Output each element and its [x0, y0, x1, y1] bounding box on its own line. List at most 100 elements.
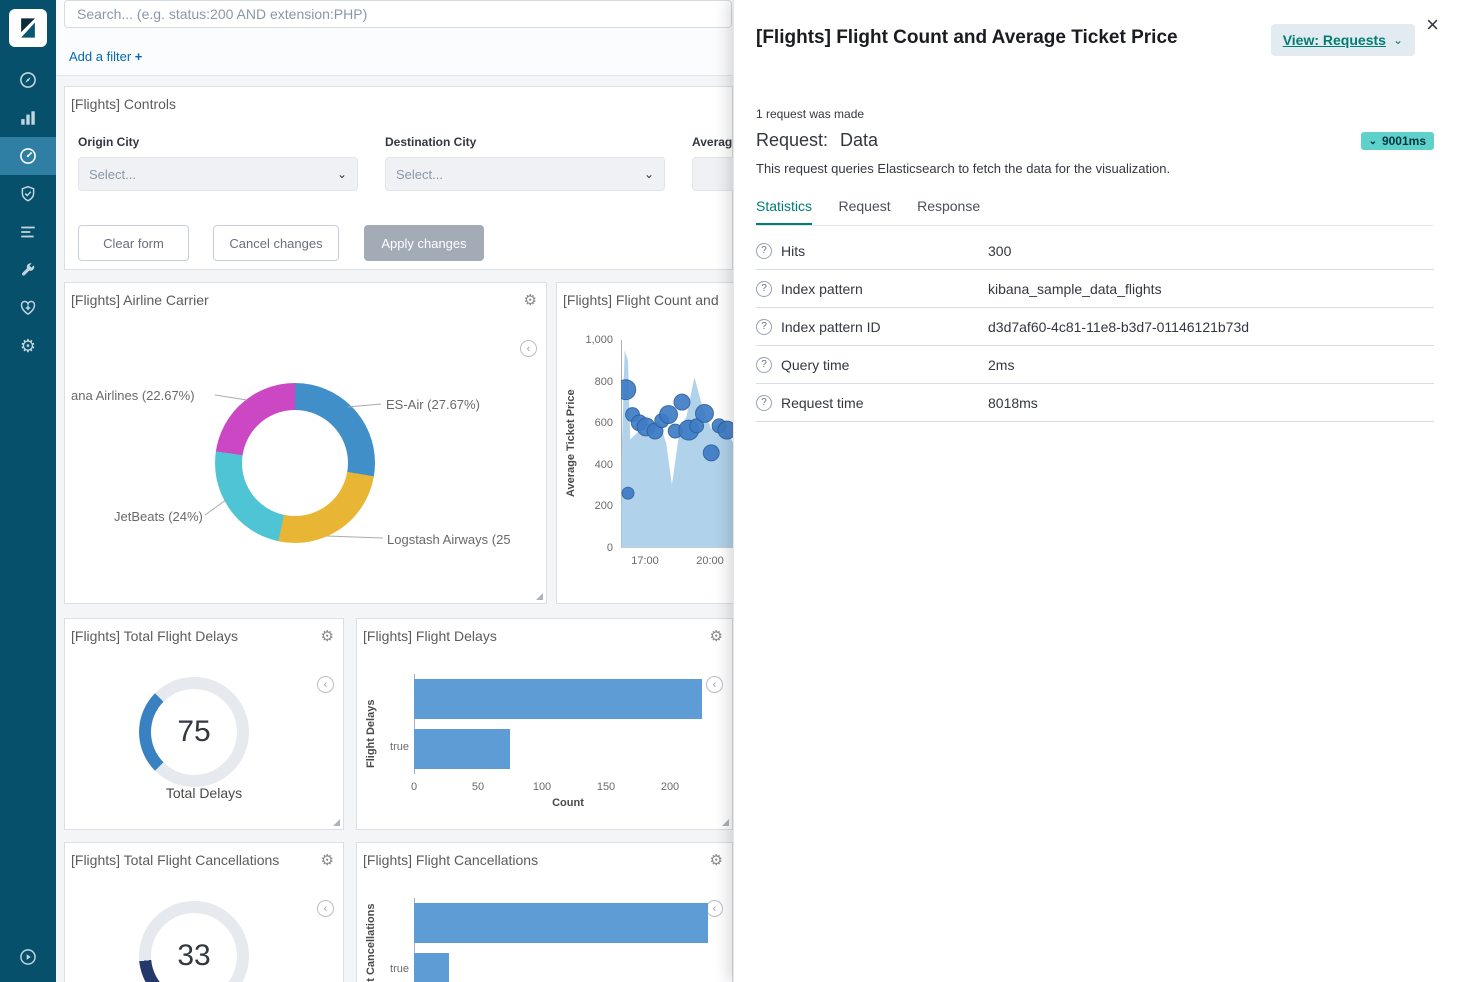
donut-hole	[242, 410, 348, 516]
destination-city-label: Destination City	[385, 135, 476, 149]
bar[interactable]	[414, 903, 708, 943]
chevron-down-icon: ⌄	[1369, 136, 1377, 147]
question-icon[interactable]: ?	[756, 243, 772, 259]
chevron-down-icon: ⌄	[1393, 33, 1403, 47]
legend-toggle-icon[interactable]: ‹	[520, 340, 537, 357]
select-placeholder: Select...	[396, 167, 443, 182]
panel-total-flight-delays: [Flights] Total Flight Delays ⚙ ‹ 75 Tot…	[64, 618, 344, 830]
kibana-app: ⚙ Add a filter + [Flights] Controls Orig…	[0, 0, 1459, 982]
sidebar-item-timelion[interactable]	[0, 213, 56, 251]
stat-label: Index pattern ID	[781, 319, 988, 335]
compass-icon	[19, 71, 37, 89]
gear-icon[interactable]: ⚙	[710, 629, 723, 644]
panel-title: [Flights] Flight Delays	[363, 628, 497, 644]
request-inspector-flyout: × [Flights] Flight Count and Average Tic…	[733, 0, 1459, 982]
panel-airline-carrier: [Flights] Airline Carrier ⚙ ‹ ana Airlin…	[64, 282, 547, 604]
gear-icon: ⚙	[20, 337, 36, 355]
cancel-bars	[414, 898, 714, 982]
question-icon[interactable]: ?	[756, 281, 772, 297]
add-filter-link[interactable]: Add a filter +	[69, 49, 142, 64]
apply-changes-button[interactable]: Apply changes	[364, 225, 484, 261]
request-heading: Request: Data	[756, 130, 878, 151]
panel-title: [Flights] Flight Count and	[563, 292, 719, 308]
panel-controls: [Flights] Controls Origin City Select...…	[64, 86, 733, 270]
panel-title: [Flights] Controls	[71, 96, 176, 112]
stat-value: 2ms	[988, 357, 1014, 373]
duration-value: 9001ms	[1382, 134, 1426, 148]
sidebar-item-discover[interactable]	[0, 61, 56, 99]
ticket-chart-svg[interactable]	[621, 340, 734, 548]
kibana-logo[interactable]	[9, 9, 47, 47]
table-row: ? Index pattern ID d3d7af60-4c81-11e8-b3…	[756, 308, 1434, 346]
request-description: This request queries Elasticsearch to fe…	[756, 161, 1170, 176]
category-label-true: true	[381, 741, 409, 753]
delays-gauge-value: 75	[139, 677, 249, 787]
origin-city-label: Origin City	[78, 135, 139, 149]
stat-value: 8018ms	[988, 395, 1038, 411]
gear-icon[interactable]: ⚙	[321, 629, 334, 644]
question-icon[interactable]: ?	[756, 319, 772, 335]
question-icon[interactable]: ?	[756, 357, 772, 373]
bar[interactable]	[414, 953, 449, 982]
destination-city-select[interactable]: Select... ⌄	[385, 157, 665, 191]
sidebar-item-management[interactable]: ⚙	[0, 327, 56, 365]
table-row: ? Hits 300	[756, 232, 1434, 270]
clear-form-button[interactable]: Clear form	[78, 225, 189, 261]
flyout-title: [Flights] Flight Count and Average Ticke…	[756, 27, 1178, 49]
stat-label: Query time	[781, 357, 988, 373]
gear-icon[interactable]: ⚙	[321, 853, 334, 868]
slice-label-jetbeats: JetBeats (24%)	[114, 509, 203, 524]
question-icon[interactable]: ?	[756, 395, 772, 411]
gear-icon[interactable]: ⚙	[524, 293, 537, 308]
panel-title: [Flights] Total Flight Delays	[71, 628, 238, 644]
add-filter-label: Add a filter	[69, 49, 131, 64]
sidebar-item-monitoring[interactable]	[0, 289, 56, 327]
sidebar-item-dev-tools[interactable]	[0, 251, 56, 289]
origin-city-select[interactable]: Select... ⌄	[78, 157, 358, 191]
request-name: Data	[840, 130, 878, 150]
search-input[interactable]	[64, 0, 732, 28]
shield-icon	[19, 185, 37, 203]
chevron-down-icon: ⌄	[644, 167, 654, 181]
tab-request[interactable]: Request	[838, 198, 890, 223]
request-label: Request:	[756, 130, 828, 150]
view-requests-dropdown[interactable]: View: Requests ⌄	[1271, 24, 1415, 56]
plus-icon: +	[135, 49, 143, 64]
sidebar-item-dashboard[interactable]	[0, 137, 56, 175]
request-summary: 1 request was made	[756, 107, 864, 121]
bar[interactable]	[414, 679, 702, 719]
table-row: ? Index pattern kibana_sample_data_fligh…	[756, 270, 1434, 308]
bar-chart-icon	[19, 109, 37, 127]
x-axis-title: Count	[552, 797, 584, 809]
gear-icon[interactable]: ⚙	[710, 853, 723, 868]
sidebar-item-security[interactable]	[0, 175, 56, 213]
legend-toggle-icon[interactable]: ‹	[317, 676, 334, 693]
heart-icon	[19, 299, 37, 317]
tab-response[interactable]: Response	[917, 198, 980, 223]
sidebar-item-visualize[interactable]	[0, 99, 56, 137]
panel-title: [Flights] Airline Carrier	[71, 292, 209, 308]
slice-label-kibana-airlines: ana Airlines (22.67%)	[71, 388, 195, 403]
stat-value: d3d7af60-4c81-11e8-b3d7-01146121b73d	[988, 319, 1249, 335]
tab-statistics[interactable]: Statistics	[756, 198, 812, 225]
delays-gauge-label: Total Delays	[65, 785, 343, 801]
wrench-icon	[20, 262, 37, 279]
bar[interactable]	[414, 729, 510, 769]
panel-flight-delays: [Flights] Flight Delays ⚙ ‹ Flight Delay…	[356, 618, 733, 830]
slice-label-es-air: ES-Air (27.67%)	[386, 397, 480, 412]
gauge-icon	[19, 147, 37, 165]
select-placeholder: Select...	[89, 167, 136, 182]
stat-value: kibana_sample_data_flights	[988, 281, 1162, 297]
duration-badge[interactable]: ⌄ 9001ms	[1361, 132, 1434, 150]
cancel-changes-button[interactable]: Cancel changes	[213, 225, 339, 261]
average-label: Averag	[692, 135, 732, 149]
table-row: ? Request time 8018ms	[756, 384, 1434, 422]
close-icon[interactable]: ×	[1426, 14, 1439, 36]
sidebar-collapse-button[interactable]	[0, 938, 56, 976]
chevron-down-icon: ⌄	[337, 167, 347, 181]
legend-toggle-icon[interactable]: ‹	[317, 900, 334, 917]
panel-title: [Flights] Total Flight Cancellations	[71, 852, 279, 868]
statistics-table: ? Hits 300 ? Index pattern kibana_sample…	[756, 232, 1434, 422]
play-circle-icon	[19, 948, 37, 966]
y-axis-title: Flight Cancellations	[365, 891, 377, 982]
